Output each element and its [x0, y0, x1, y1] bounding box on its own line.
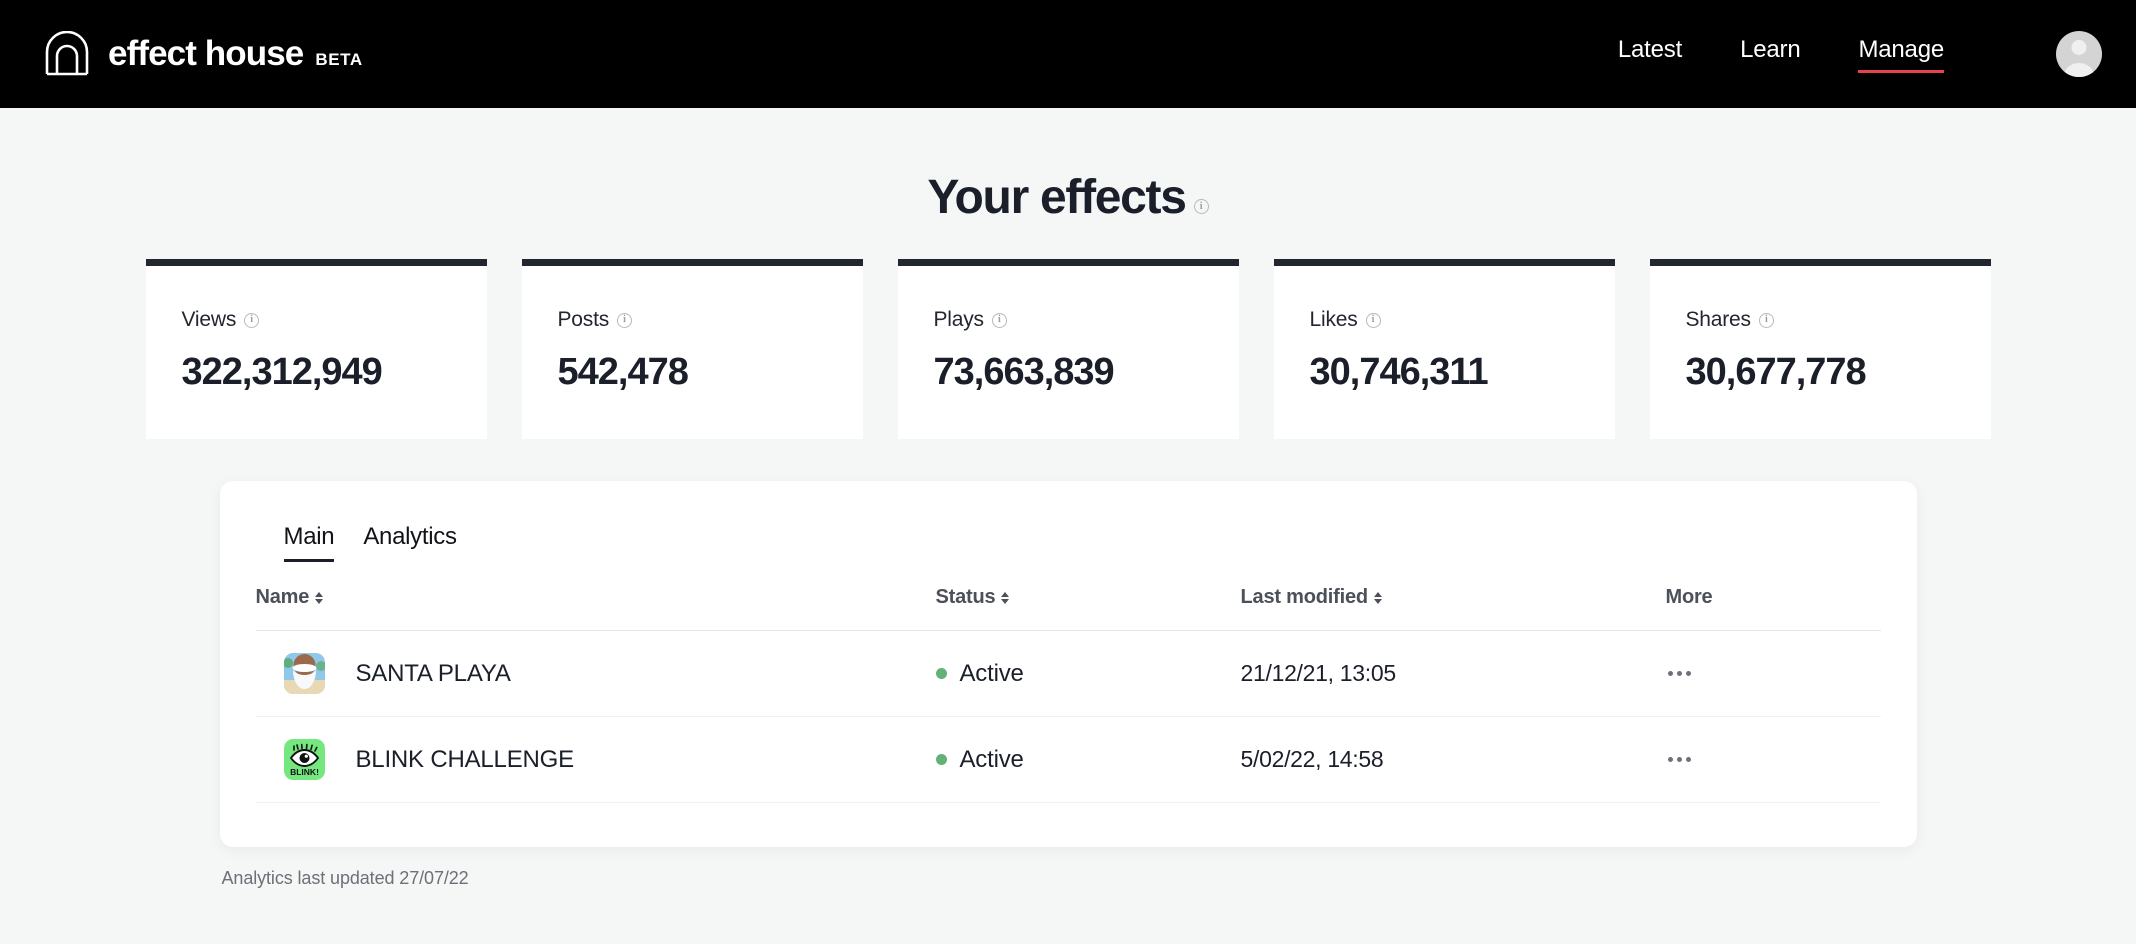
info-icon[interactable]: i [991, 312, 1007, 328]
page-title: Your effects [927, 171, 1187, 224]
tab-main[interactable]: Main [283, 523, 335, 562]
page-content: Your effects i Views i 322,312,949 Posts… [0, 170, 2136, 889]
stat-card-likes: Likes i 30,746,311 [1273, 259, 1615, 439]
stat-card-posts: Posts i 542,478 [521, 259, 863, 439]
info-icon[interactable]: i [617, 312, 633, 328]
status-dot-icon [935, 668, 947, 679]
brand-beta-badge: BETA [315, 50, 363, 69]
status-badge: Active [959, 745, 1024, 773]
sort-arrows-icon[interactable] [1001, 591, 1010, 604]
stat-label: Views [181, 308, 237, 331]
page-title-info-icon[interactable]: i [1193, 199, 1209, 214]
effects-panel: Main Analytics Name Status Last modified… [219, 481, 1917, 847]
svg-text:BLINK!: BLINK! [290, 767, 319, 777]
cell-more [1665, 716, 1881, 803]
effects-table: Name Status Last modified More SANTA PLA… [255, 586, 1881, 803]
app-header: effect house BETA Latest Learn Manage [0, 0, 2136, 108]
effect-name: BLINK CHALLENGE [355, 745, 575, 773]
column-label: Status [935, 586, 996, 608]
more-options-icon[interactable] [1666, 749, 1693, 770]
stat-label: Posts [557, 308, 610, 331]
column-header-last-modified[interactable]: Last modified [1240, 586, 1666, 631]
stat-label: Shares [1685, 308, 1752, 331]
cell-last-modified: 5/02/22, 14:58 [1240, 716, 1666, 803]
cell-last-modified: 21/12/21, 13:05 [1240, 630, 1666, 717]
last-modified-value: 21/12/21, 13:05 [1240, 660, 1397, 686]
sort-arrows-icon[interactable] [315, 591, 324, 604]
brand-name: effect house [108, 34, 304, 73]
brand-logo[interactable]: effect house BETA [44, 31, 363, 77]
status-badge: Active [959, 659, 1024, 687]
stats-row: Views i 322,312,949 Posts i 542,478 Play… [0, 259, 2136, 439]
stat-value: 542,478 [557, 351, 689, 393]
cell-status: Active [935, 630, 1241, 717]
effect-house-arch-logo-icon [44, 31, 90, 77]
stat-value: 30,677,778 [1685, 351, 1867, 393]
cell-more [1665, 630, 1881, 717]
effect-name: SANTA PLAYA [355, 659, 511, 687]
stat-card-plays: Plays i 73,663,839 [897, 259, 1239, 439]
more-options-icon[interactable] [1666, 663, 1693, 684]
cell-status: Active [935, 716, 1241, 803]
stat-value: 73,663,839 [933, 351, 1115, 393]
sort-arrows-icon[interactable] [1373, 591, 1382, 604]
status-dot-icon [935, 754, 947, 765]
info-icon[interactable]: i [1365, 312, 1381, 328]
column-label: More [1665, 586, 1713, 608]
stat-card-views: Views i 322,312,949 [145, 259, 487, 439]
table-body: SANTA PLAYA Active 21/12/21, 13:05 BLINK… [255, 630, 1881, 803]
nav-item-latest[interactable]: Latest [1618, 36, 1682, 73]
stat-value: 30,746,311 [1309, 351, 1489, 393]
santa-beach-thumbnail-icon [283, 653, 325, 694]
table-row[interactable]: SANTA PLAYA Active 21/12/21, 13:05 [255, 630, 1881, 717]
panel-tabs: Main Analytics [256, 523, 1881, 562]
table-row[interactable]: BLINK! BLINK CHALLENGE Active 5/02/22, 1… [255, 716, 1881, 803]
cell-name: SANTA PLAYA [255, 630, 936, 717]
nav-item-manage[interactable]: Manage [1858, 36, 1944, 73]
table-header: Name Status Last modified More [255, 586, 1881, 631]
stat-card-shares: Shares i 30,677,778 [1649, 259, 1991, 439]
info-icon[interactable]: i [1758, 312, 1774, 328]
stat-label: Plays [933, 308, 985, 331]
blink-eye-thumbnail-icon: BLINK! [283, 739, 325, 780]
panel-bottom-spacer [256, 803, 1881, 847]
stat-value: 322,312,949 [181, 351, 383, 393]
page-title-row: Your effects i [0, 170, 2136, 225]
cell-name: BLINK! BLINK CHALLENGE [255, 716, 936, 803]
column-label: Last modified [1240, 586, 1369, 608]
user-avatar-icon[interactable] [2056, 31, 2102, 77]
last-modified-value: 5/02/22, 14:58 [1240, 746, 1384, 772]
column-header-status[interactable]: Status [935, 586, 1241, 631]
column-header-more: More [1665, 586, 1881, 631]
column-header-name[interactable]: Name [255, 586, 936, 631]
tab-analytics[interactable]: Analytics [363, 523, 457, 562]
nav-item-learn[interactable]: Learn [1740, 36, 1801, 73]
analytics-last-updated: Analytics last updated 27/07/22 [221, 868, 469, 888]
info-icon[interactable]: i [244, 312, 260, 328]
stat-label: Likes [1309, 308, 1358, 331]
column-label: Name [255, 586, 310, 608]
main-navigation: Latest Learn Manage [1618, 31, 2102, 77]
